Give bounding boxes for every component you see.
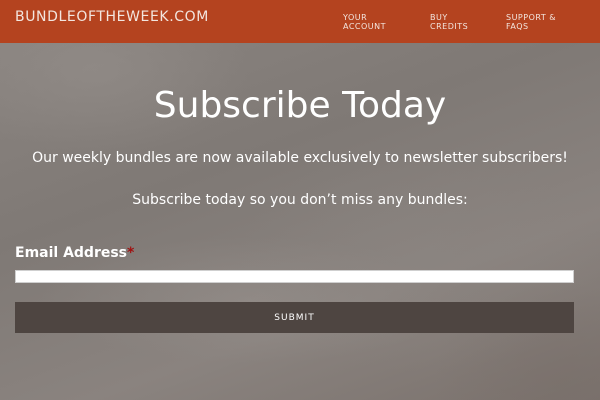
page-title: Subscribe Today [153,85,447,126]
email-field-label: Email Address* [15,245,134,261]
lead-text-exclusive: Our weekly bundles are now available exc… [32,150,568,166]
submit-button[interactable]: SUBMIT [15,302,574,333]
required-asterisk: * [127,245,135,261]
lead-text-subscribe: Subscribe today so you don’t miss any bu… [132,192,468,208]
nav-buy-credits[interactable]: BUY CREDITS [430,13,468,31]
email-label-text: Email Address [15,245,128,261]
nav-your-account[interactable]: YOUR ACCOUNT [343,13,386,31]
nav-support-faqs[interactable]: SUPPORT & FAQS [506,13,556,31]
email-field[interactable] [15,270,574,283]
site-title-link[interactable]: BUNDLEOFTHEWEEK.COM [15,9,209,25]
site-header: BUNDLEOFTHEWEEK.COM YOUR ACCOUNT BUY CRE… [0,0,600,43]
